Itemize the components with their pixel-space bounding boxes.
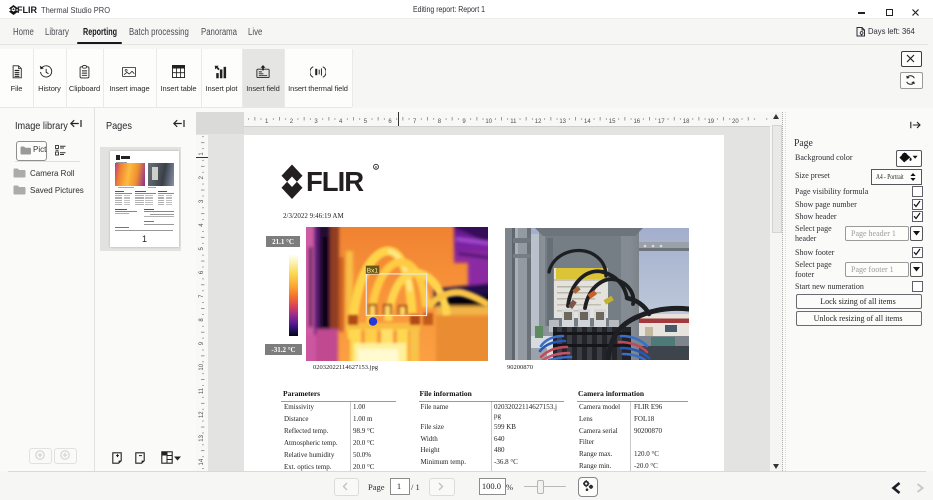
svg-text:12: 12 (199, 411, 205, 418)
svg-text:2: 2 (199, 175, 205, 179)
svg-text:13: 13 (559, 119, 566, 125)
svg-text:19: 19 (707, 119, 714, 125)
svg-text:4: 4 (339, 119, 343, 125)
svg-text:1: 1 (199, 152, 205, 156)
svg-text:8: 8 (199, 318, 205, 322)
svg-text:9: 9 (462, 119, 466, 125)
svg-text:14: 14 (199, 458, 205, 465)
svg-text:FLIR: FLIR (306, 166, 364, 197)
svg-text:20: 20 (732, 119, 739, 125)
svg-text:6: 6 (199, 270, 205, 274)
svg-text:2: 2 (290, 119, 294, 125)
svg-text:16: 16 (633, 119, 640, 125)
svg-text:9: 9 (199, 341, 205, 345)
svg-text:18: 18 (683, 119, 690, 125)
svg-text:11: 11 (199, 387, 205, 394)
svg-text:6: 6 (388, 119, 392, 125)
svg-text:15: 15 (609, 119, 616, 125)
svg-text:R: R (375, 165, 378, 170)
svg-text:7: 7 (413, 119, 417, 125)
svg-text:Bx1: Bx1 (367, 267, 379, 274)
svg-text:8: 8 (438, 119, 442, 125)
svg-text:7: 7 (199, 294, 205, 298)
svg-text:12: 12 (535, 119, 542, 125)
svg-text:5: 5 (199, 246, 205, 250)
svg-text:10: 10 (199, 363, 205, 370)
svg-text:3: 3 (314, 119, 318, 125)
svg-text:5: 5 (364, 119, 368, 125)
svg-text:11: 11 (510, 119, 517, 125)
svg-text:10: 10 (485, 119, 492, 125)
svg-text:13: 13 (199, 434, 205, 441)
svg-text:1: 1 (265, 119, 269, 125)
svg-text:4: 4 (199, 223, 205, 227)
svg-text:17: 17 (658, 119, 665, 125)
svg-text:14: 14 (584, 119, 591, 125)
svg-text:3: 3 (199, 199, 205, 203)
